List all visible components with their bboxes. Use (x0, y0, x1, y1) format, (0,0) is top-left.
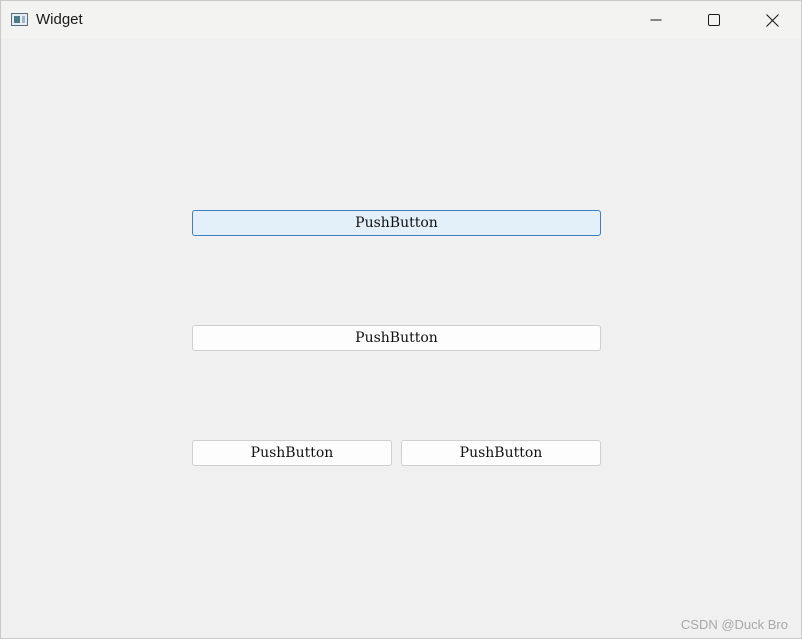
widget-client-area: PushButton PushButton PushButton PushBut… (1, 39, 801, 638)
close-button[interactable] (743, 1, 801, 39)
app-window: Widget PushButton PushButton PushButton … (0, 0, 802, 639)
push-button-2[interactable]: PushButton (192, 325, 601, 351)
maximize-icon (708, 14, 720, 26)
push-button-3[interactable]: PushButton (192, 440, 392, 466)
app-window-icon (11, 13, 28, 26)
push-button-4[interactable]: PushButton (401, 440, 601, 466)
minimize-button[interactable] (627, 1, 685, 39)
title-bar[interactable]: Widget (1, 1, 801, 39)
maximize-button[interactable] (685, 1, 743, 39)
window-title: Widget (36, 11, 83, 28)
minimize-icon (650, 19, 662, 21)
watermark-text: CSDN @Duck Bro (680, 617, 788, 632)
close-icon (765, 13, 779, 27)
push-button-1[interactable]: PushButton (192, 210, 601, 236)
